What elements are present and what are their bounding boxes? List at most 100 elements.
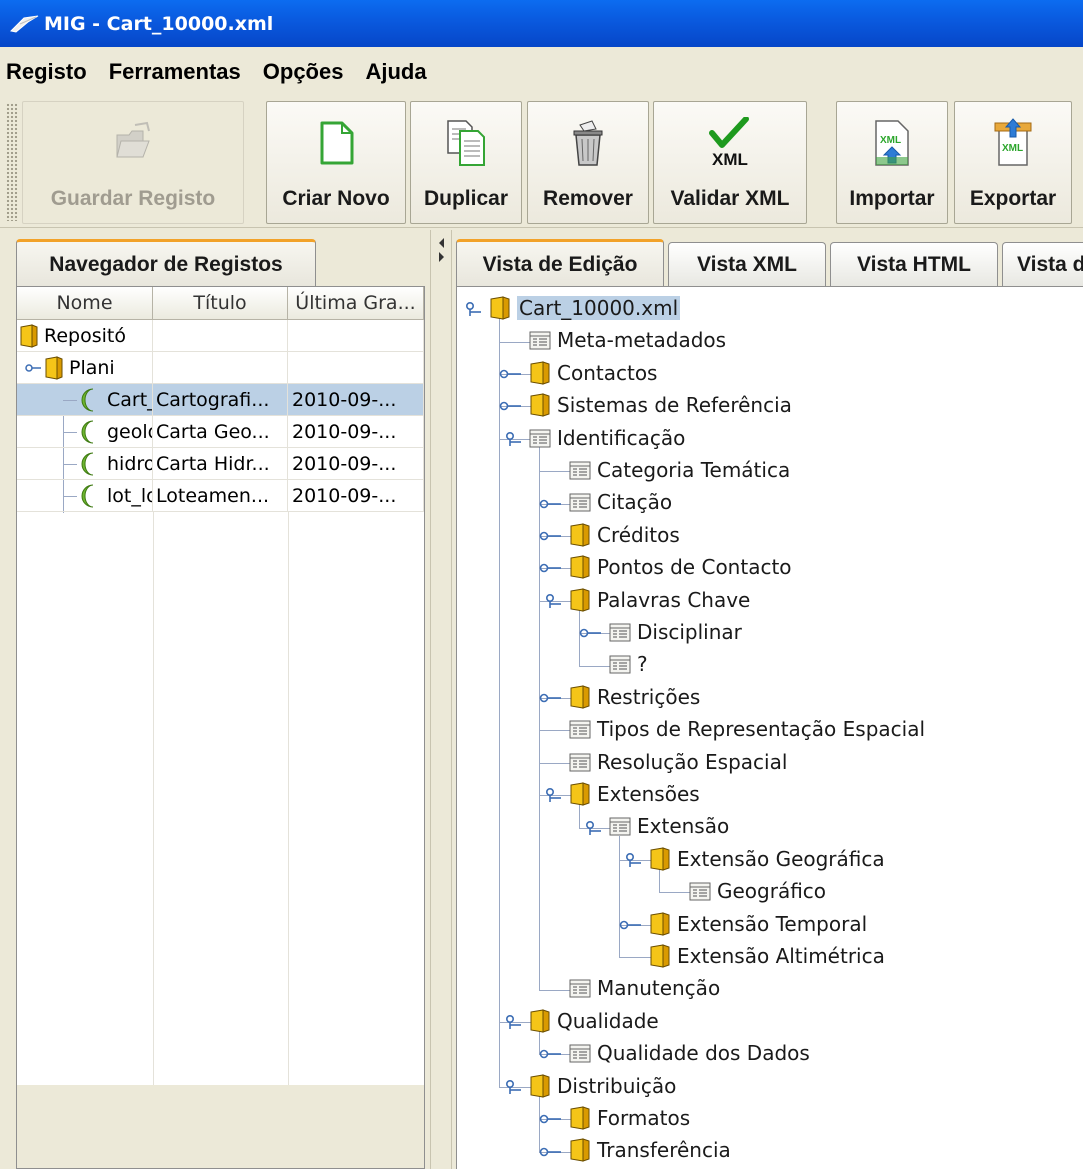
- folder-open-icon: [116, 121, 150, 158]
- validate-xml-button[interactable]: XML Validar XML: [653, 101, 807, 224]
- folder-icon: [570, 1138, 590, 1163]
- tab-html-view[interactable]: Vista HTML: [830, 242, 998, 286]
- column-divider: [153, 512, 154, 1085]
- title-text: Carta Geo...: [156, 421, 270, 443]
- tree-node-label: Identificação: [557, 425, 686, 450]
- split-pane-divider[interactable]: [430, 230, 452, 1169]
- export-button[interactable]: XML Exportar: [954, 101, 1072, 224]
- tree-node[interactable]: Pontos de Contacto: [569, 552, 792, 582]
- tree-node[interactable]: Meta-metadados: [529, 325, 726, 355]
- menu-ferramentas[interactable]: Ferramentas: [107, 57, 243, 87]
- tree-node[interactable]: Disciplinar: [609, 617, 742, 647]
- tree-node[interactable]: Formatos: [569, 1103, 690, 1133]
- collapse-node-icon[interactable]: [619, 853, 641, 867]
- column-header-title[interactable]: Título: [153, 287, 288, 320]
- name-cell: Cart_: [17, 384, 153, 416]
- tab-record-navigator[interactable]: Navegador de Registos: [16, 239, 316, 287]
- tab-record-navigator-label: Navegador de Registos: [49, 252, 283, 276]
- collapse-node-icon[interactable]: [539, 593, 561, 608]
- column-header-name[interactable]: Nome: [17, 287, 153, 320]
- tab-xml-view[interactable]: Vista XML: [668, 242, 826, 286]
- tree-node[interactable]: Extensão Altimétrica: [649, 941, 885, 971]
- expand-toggle-icon[interactable]: [25, 362, 41, 374]
- tab-xml-view-label: Vista XML: [697, 252, 797, 276]
- tree-node[interactable]: Contactos: [529, 358, 657, 388]
- tree-node-label: Qualidade: [557, 1008, 659, 1033]
- expand-node-icon[interactable]: [539, 1145, 561, 1159]
- table-row[interactable]: Repositó: [17, 320, 424, 352]
- expand-node-icon[interactable]: [539, 529, 561, 543]
- column-header-last-saved[interactable]: Última Gra...: [288, 287, 424, 320]
- tree-node[interactable]: Qualidade: [529, 1006, 659, 1036]
- tree-node[interactable]: Resolução Espacial: [569, 747, 787, 777]
- menu-ajuda[interactable]: Ajuda: [363, 57, 428, 87]
- tree-node[interactable]: Citação: [569, 487, 672, 517]
- tree-node[interactable]: Tipos de Representação Espacial: [569, 714, 925, 744]
- collapse-node-icon[interactable]: [579, 820, 601, 835]
- expand-node-icon[interactable]: [619, 918, 641, 932]
- tree-node[interactable]: Identificação: [529, 423, 685, 453]
- create-new-button[interactable]: Criar Novo: [266, 101, 406, 224]
- tab-edit-view[interactable]: Vista de Edição: [456, 239, 664, 287]
- form-icon: [569, 1044, 591, 1063]
- collapse-node-icon[interactable]: [499, 431, 521, 446]
- menu-registo[interactable]: Registo: [4, 57, 89, 87]
- expand-node-icon[interactable]: [539, 1112, 561, 1126]
- tree-node[interactable]: Transferência: [569, 1135, 731, 1165]
- tab-edit-view-label: Vista de Edição: [482, 252, 638, 276]
- expand-node-icon[interactable]: [539, 561, 561, 575]
- tree-node[interactable]: Distribuição: [529, 1071, 676, 1101]
- duplicate-button[interactable]: Duplicar: [410, 101, 522, 224]
- expand-node-icon[interactable]: [539, 691, 561, 705]
- folder-icon: [45, 356, 63, 380]
- table-row-selected[interactable]: Cart_ Cartografi... 2010-09-...: [17, 384, 424, 416]
- tree-guide-line: [539, 762, 571, 764]
- collapse-left-icon[interactable]: [439, 238, 444, 248]
- remove-button[interactable]: Remover: [527, 101, 649, 224]
- tree-node[interactable]: Extensões: [569, 779, 700, 809]
- table-row[interactable]: lot_lo Loteamen... 2010-09-...: [17, 480, 424, 512]
- import-button[interactable]: XML Importar: [836, 101, 948, 224]
- table-row[interactable]: geolo Carta Geo... 2010-09-...: [17, 416, 424, 448]
- tree-node[interactable]: Extensão Geográfica: [649, 844, 885, 874]
- table-row[interactable]: Plani: [17, 352, 424, 384]
- expand-node-icon[interactable]: [539, 497, 561, 511]
- export-xml-icon-text: XML: [1002, 143, 1023, 154]
- tree-node[interactable]: Geográfico: [689, 876, 826, 906]
- tree-node[interactable]: Cart_10000.xml: [489, 293, 681, 323]
- save-record-button[interactable]: Guardar Registo: [22, 101, 244, 224]
- folder-icon: [650, 911, 670, 936]
- tab-other-view-label: Vista d: [1017, 252, 1083, 276]
- tree-node[interactable]: Extensão Temporal: [649, 909, 867, 939]
- collapse-node-icon[interactable]: [499, 1015, 521, 1029]
- expand-node-icon[interactable]: [539, 1047, 561, 1061]
- toolbar-grip[interactable]: [6, 103, 18, 221]
- menu-opcoes[interactable]: Opções: [261, 57, 346, 87]
- tree-node-label: Sistemas de Referência: [557, 393, 792, 418]
- tree-node[interactable]: Créditos: [569, 520, 680, 550]
- toolbar: Guardar Registo Criar Novo Duplicar Remo…: [0, 97, 1083, 228]
- tree-guide-line: [659, 892, 691, 894]
- date-text: 2010-09-...: [292, 453, 397, 475]
- tree-node[interactable]: Categoria Temática: [569, 455, 790, 485]
- expand-node-icon[interactable]: [499, 399, 521, 413]
- form-icon: [609, 817, 631, 836]
- collapse-right-icon[interactable]: [439, 252, 444, 262]
- collapse-node-icon[interactable]: [539, 788, 561, 803]
- tab-other-view[interactable]: Vista d: [1002, 242, 1083, 286]
- form-icon: [609, 655, 631, 674]
- name-cell: Plani: [17, 352, 153, 384]
- tree-node[interactable]: Restrições: [569, 682, 700, 712]
- expand-node-icon[interactable]: [499, 367, 521, 381]
- collapse-node-icon[interactable]: [459, 302, 481, 317]
- expand-node-icon[interactable]: [579, 626, 601, 640]
- tree-node[interactable]: Qualidade dos Dados: [569, 1038, 810, 1068]
- collapse-node-icon[interactable]: [499, 1079, 521, 1094]
- tree-node[interactable]: Sistemas de Referência: [529, 390, 792, 420]
- table-row[interactable]: hidro Carta Hidr... 2010-09-...: [17, 448, 424, 480]
- tree-node[interactable]: ?: [609, 649, 648, 679]
- tree-node[interactable]: Palavras Chave: [569, 585, 750, 615]
- tree-node[interactable]: Extensão: [609, 811, 729, 841]
- tree-node[interactable]: Manutenção: [569, 973, 720, 1003]
- date-cell: 2010-09-...: [288, 416, 424, 448]
